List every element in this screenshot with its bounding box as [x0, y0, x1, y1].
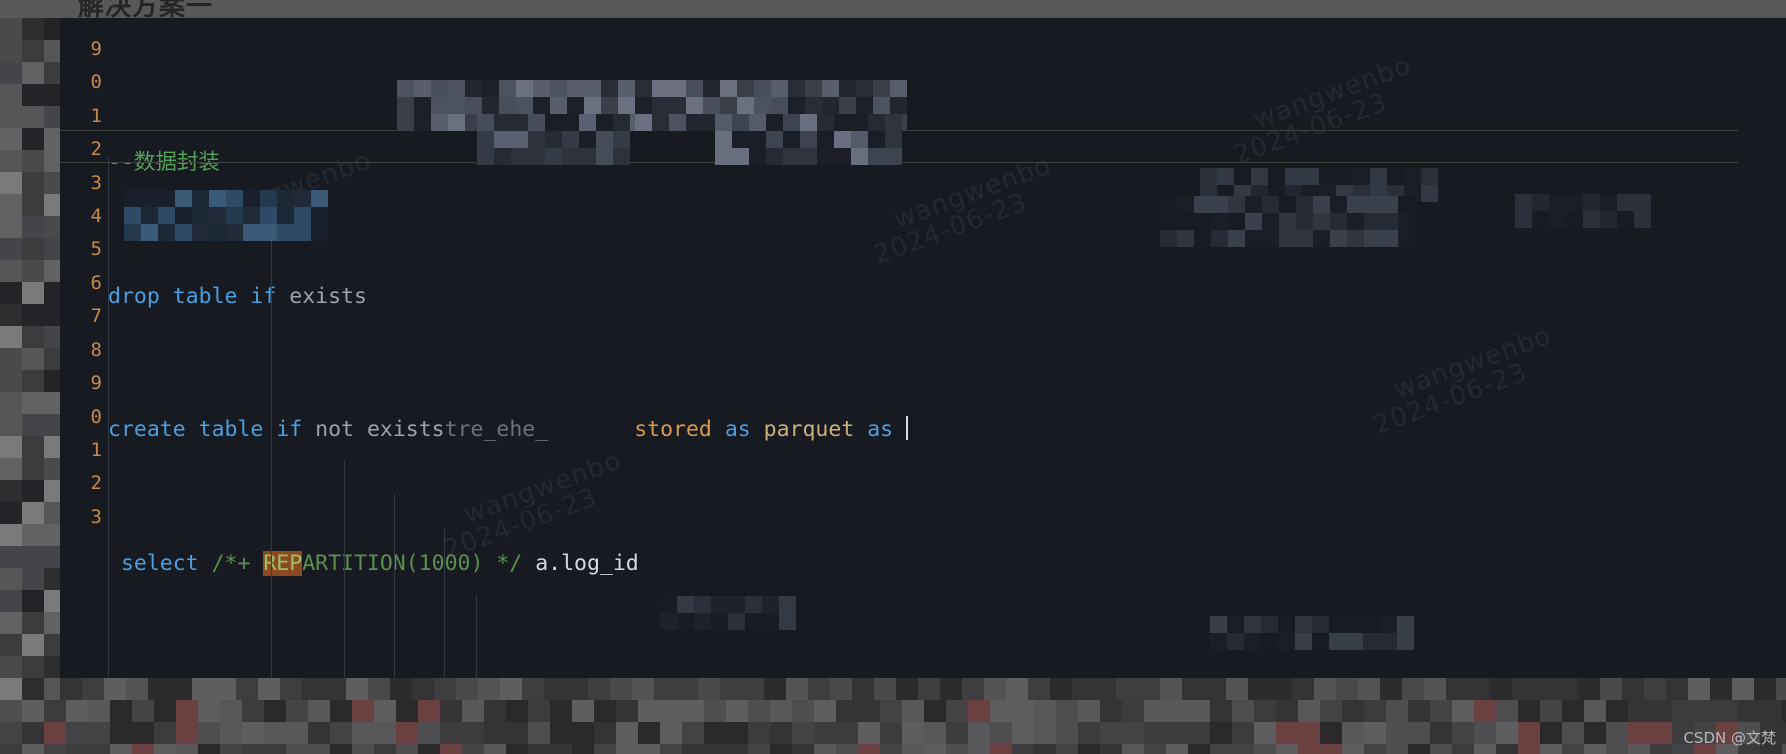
mosaic-create-table-name-left: [477, 114, 630, 165]
col-log-id: a.log_id: [522, 551, 639, 577]
kw-stored: stored: [634, 417, 712, 443]
code-line-select[interactable]: select /*+ REPARTITION(1000) */ a.log_id: [108, 547, 1786, 580]
line-number: 8: [90, 339, 102, 361]
line-number: 5: [90, 238, 102, 260]
line-number: 6: [90, 272, 102, 294]
line-number: 9: [90, 38, 102, 60]
line-number: 3: [90, 172, 102, 194]
mosaic-select-below: [124, 190, 328, 241]
line-number: 9: [90, 372, 102, 394]
mosaic-bottom-right: [1210, 616, 1414, 650]
kw-parquet: parquet: [763, 417, 855, 443]
mosaic-far-right: [1515, 194, 1651, 228]
line-number: 1: [90, 439, 102, 461]
kw-not: not: [315, 417, 354, 443]
text-caret: [906, 416, 909, 441]
line-number: 1: [90, 105, 102, 127]
kw-table: table: [172, 283, 238, 309]
line-number-gutter: 9 0 1 2 3 4 5 6 7 8 9 0 1 2 3: [60, 18, 108, 718]
mosaic-right-mid: [1160, 196, 1415, 247]
hint-rest: ARTITION(1000) */: [302, 551, 523, 577]
indent-guide: [271, 192, 272, 718]
mosaic-page-bottom: [0, 700, 1786, 754]
kw-exists2: exists: [366, 417, 445, 443]
kw-select: select: [108, 551, 212, 577]
csdn-credit: CSDN @文梵: [1683, 729, 1776, 747]
line-number: 3: [90, 506, 102, 528]
line-number: 7: [90, 305, 102, 327]
mosaic-left-chrome: [0, 18, 66, 722]
line-number: 4: [90, 205, 102, 227]
redacted-table-name-partial: tre_ehe_: [444, 417, 549, 443]
kw-if2: if: [276, 417, 303, 443]
code-editor-pane[interactable]: wangwenbo 2024-06-23 wangwenbo 2024-06-2…: [60, 18, 1786, 718]
line-number: 0: [90, 406, 102, 428]
hint-open: /*+: [211, 551, 264, 577]
kw-exists: exists: [289, 283, 367, 309]
code-line-drop-table[interactable]: drop table if exists: [108, 280, 1786, 313]
code-line-comment[interactable]: --数据封装: [108, 146, 1786, 179]
sql-comment: --数据封装: [108, 150, 220, 176]
code-line-create-table[interactable]: create table if not existstre_ehe_ stored…: [108, 413, 1786, 446]
kw-if: if: [250, 283, 277, 309]
screenshot-root: 解决方案一 wangwenbo 2024-06-23 wangwenbo 202…: [0, 0, 1786, 754]
line-number: 0: [90, 71, 102, 93]
line-number: 2: [90, 138, 102, 160]
kw-create: create: [108, 417, 186, 443]
code-text-area[interactable]: --数据封装 drop table if exists create table…: [108, 18, 1786, 718]
kw-as2: as: [867, 417, 894, 443]
kw-as1: as: [724, 417, 751, 443]
mosaic-drop-table-name: [397, 80, 907, 131]
mosaic-create-table-name-right: [715, 114, 902, 165]
selection-highlight-rep[interactable]: REP: [263, 551, 303, 577]
kw-table2: table: [198, 417, 264, 443]
line-number: 2: [90, 472, 102, 494]
indent-guide: [108, 158, 109, 718]
kw-drop: drop: [108, 283, 160, 309]
mosaic-bottom-mid: [660, 596, 796, 630]
